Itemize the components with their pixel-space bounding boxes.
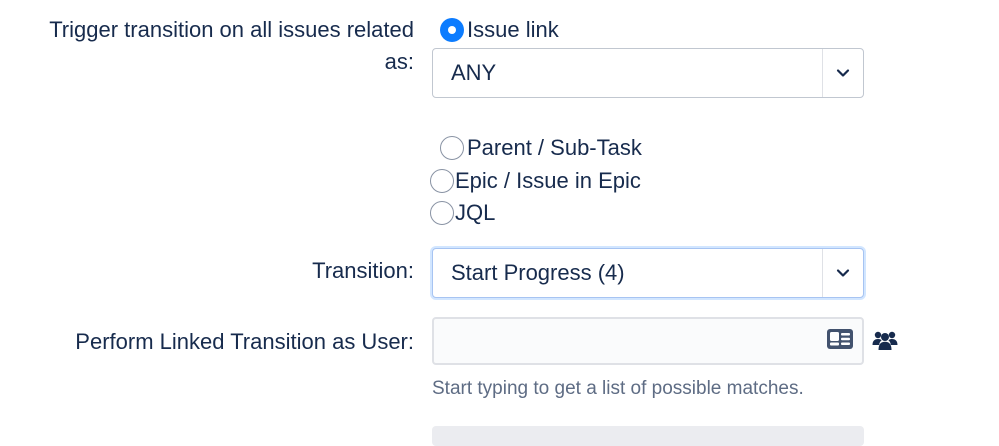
user-card-icon[interactable] [826,328,854,350]
trigger-label-line2: as: [384,49,414,74]
radio-jql-label: JQL [455,200,496,225]
radio-issue-link[interactable]: Issue link [440,17,559,43]
radio-issue-link-label: Issue link [467,17,559,42]
issue-link-type-dropdown-button[interactable] [822,49,863,97]
radio-issue-link-indicator[interactable] [440,18,464,42]
radio-epic-issue[interactable]: Epic / Issue in Epic [430,168,641,194]
chevron-down-icon [836,69,850,77]
transition-select[interactable]: Start Progress (4) [432,248,864,298]
radio-jql[interactable]: JQL [430,200,495,226]
user-group-icon[interactable] [872,329,898,351]
radio-epic-issue-label: Epic / Issue in Epic [455,168,641,193]
trigger-label-line1: Trigger transition on all issues related [49,17,414,42]
issue-link-type-select[interactable]: ANY [432,48,864,98]
radio-jql-indicator[interactable] [430,201,454,225]
linked-user-hint: Start typing to get a list of possible m… [432,378,804,399]
linked-user-input-overlay [432,317,864,365]
transition-value: Start Progress (4) [451,260,625,285]
linked-user-label: Perform Linked Transition as User: [75,329,414,354]
next-field-partial [432,426,864,446]
transition-dropdown-button[interactable] [822,249,863,297]
radio-parent-subtask-label: Parent / Sub-Task [467,135,642,160]
transition-label: Transition: [312,258,414,283]
radio-parent-subtask[interactable]: Parent / Sub-Task [440,135,642,161]
radio-epic-issue-indicator[interactable] [430,169,454,193]
issue-link-type-value: ANY [451,60,497,85]
radio-parent-subtask-indicator[interactable] [440,136,464,160]
chevron-down-icon [836,269,850,277]
